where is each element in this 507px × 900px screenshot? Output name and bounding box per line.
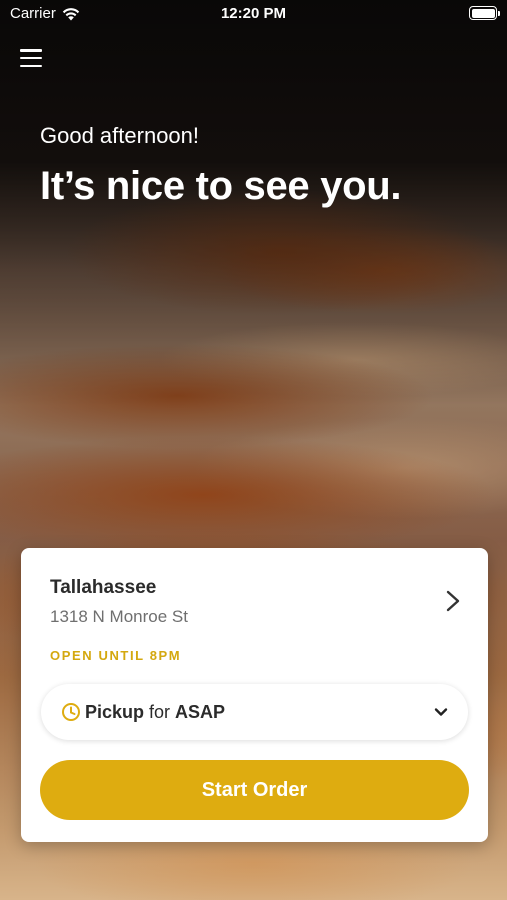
chevron-down-icon[interactable]: [434, 705, 448, 719]
battery-icon: [469, 6, 500, 20]
chevron-right-icon[interactable]: [446, 590, 460, 612]
status-time: 12:20 PM: [220, 5, 287, 22]
hamburger-icon[interactable]: [20, 47, 42, 69]
store-name[interactable]: Tallahassee: [50, 577, 156, 599]
menu-line: [20, 49, 42, 52]
pickup-text: Pickup for ASAP: [85, 702, 225, 723]
battery-fill: [471, 8, 495, 18]
start-order-button[interactable]: Start Order: [40, 760, 469, 820]
headline-text: It’s nice to see you.: [40, 164, 402, 208]
location-card: Tallahassee 1318 N Monroe St OPEN UNTIL …: [21, 548, 488, 842]
pickup-selector[interactable]: Pickup for ASAP: [41, 684, 468, 740]
pickup-time: ASAP: [175, 701, 226, 722]
menu-line: [20, 56, 42, 60]
pickup-connector: for: [144, 701, 176, 722]
greeting-text: Good afternoon!: [40, 123, 200, 148]
menu-line: [20, 64, 42, 67]
hours-label: OPEN UNTIL 8PM: [50, 648, 182, 663]
status-bar: Carrier 12:20 PM: [0, 0, 507, 28]
pickup-mode: Pickup: [85, 701, 145, 722]
store-address[interactable]: 1318 N Monroe St: [50, 607, 188, 627]
clock-icon: [62, 703, 80, 721]
